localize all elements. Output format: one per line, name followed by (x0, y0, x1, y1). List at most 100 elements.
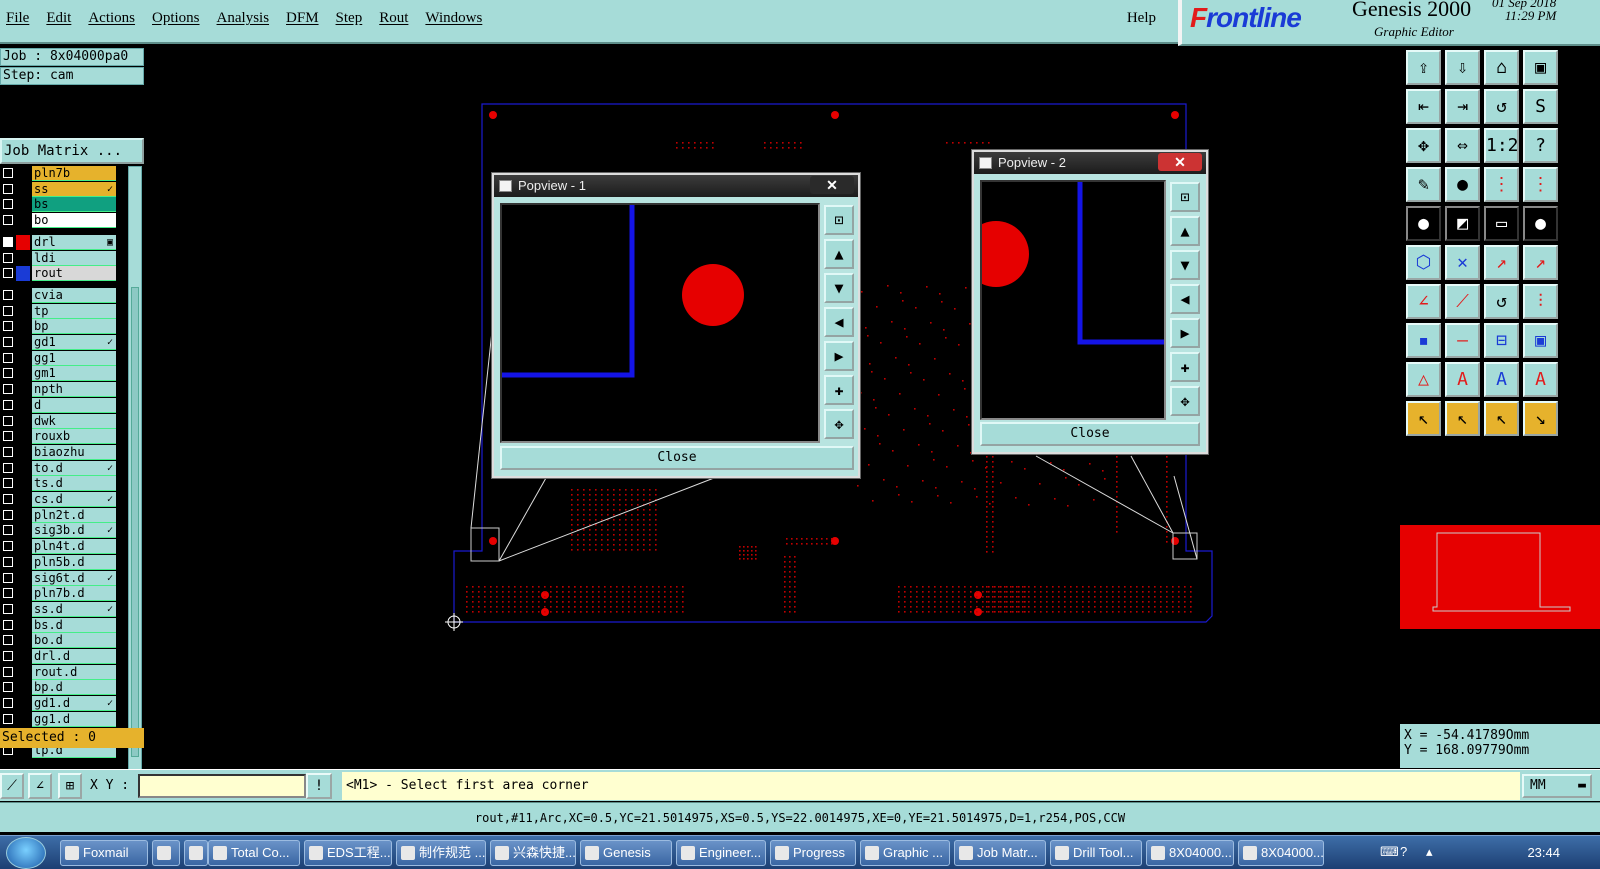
taskbar-item[interactable]: Progress (770, 840, 856, 866)
layer-row[interactable]: rout (0, 266, 116, 282)
taskbar-item[interactable] (184, 840, 208, 866)
layer-row[interactable]: gd1 ✓ (0, 335, 116, 350)
taskbar-item[interactable]: 制作规范 ... (396, 840, 486, 866)
layer-row[interactable]: drl ▣ (0, 234, 116, 250)
layer-checkbox[interactable] (3, 525, 13, 536)
fit-icon[interactable]: ⊡ (1170, 182, 1200, 212)
layer-row[interactable]: pln5b.d (0, 554, 116, 570)
layer-name[interactable]: ldi (32, 250, 116, 266)
ruler-icon[interactable]: ▭ (1484, 206, 1519, 241)
layer-name[interactable]: gm1 (32, 366, 116, 382)
fit-icon[interactable]: ⊡ (824, 205, 854, 235)
net-icon[interactable]: ⬡ (1406, 245, 1441, 280)
layer-checkbox[interactable] (3, 588, 13, 599)
layer-checkbox[interactable] (3, 698, 13, 709)
layer-checkbox[interactable] (3, 556, 13, 567)
xy-input[interactable] (138, 774, 306, 798)
taskbar-item[interactable]: EDS工程... (304, 840, 392, 866)
pointer-box-icon[interactable]: ↖ (1445, 401, 1480, 436)
layer-row[interactable]: npth (0, 382, 116, 398)
layer-name[interactable]: ss ✓ (32, 181, 116, 197)
popview-1-titlebar[interactable]: Popview - 1 (494, 175, 858, 197)
popview-1-close-x[interactable]: ✕ (810, 176, 854, 194)
layer-row[interactable]: cs.d ✓ (0, 492, 116, 507)
undo-icon[interactable]: ↺ (1484, 89, 1519, 124)
pointer-icon[interactable]: ↖ (1406, 401, 1441, 436)
layer-row[interactable]: pln7b (0, 166, 116, 181)
taskbar-item[interactable]: Engineer... (676, 840, 766, 866)
layer-name[interactable]: gd1 ✓ (32, 335, 116, 350)
layer-checkbox[interactable] (3, 666, 13, 677)
layer-name[interactable]: pln5b.d (32, 554, 116, 570)
layer-checkbox[interactable] (3, 168, 13, 178)
pan-left-icon[interactable]: ◀ (1170, 284, 1200, 314)
layer-checkbox[interactable] (3, 368, 13, 379)
pan-left-icon[interactable]: ◀ (824, 307, 854, 337)
zoom-out-icon[interactable]: ✥ (824, 409, 854, 439)
keyboard-icon[interactable]: ⌨ (1380, 844, 1399, 860)
layer-name[interactable]: pln2t.d (32, 507, 116, 523)
layer-name[interactable]: dwk (32, 413, 116, 429)
layer-checkbox[interactable] (3, 431, 13, 442)
zoom-in-icon[interactable]: ✚ (1170, 352, 1200, 382)
pan-down-icon[interactable]: ▼ (824, 273, 854, 303)
menu-file[interactable]: File (6, 10, 29, 27)
pointer-net-icon[interactable]: ↘ (1523, 401, 1558, 436)
menu-windows[interactable]: Windows (425, 10, 482, 27)
layer-row[interactable]: pln2t.d (0, 507, 116, 523)
angle-icon[interactable]: ∠ (1406, 284, 1441, 319)
layer-row[interactable]: bo.d (0, 633, 116, 649)
shape-icon[interactable]: ▣ (1523, 323, 1558, 358)
zoom-prev-icon[interactable]: ⇩ (1445, 50, 1480, 85)
menu-rout[interactable]: Rout (379, 10, 408, 27)
select-icon[interactable]: ▪ (1406, 323, 1441, 358)
zoom-in-icon[interactable]: ✚ (824, 375, 854, 405)
layer-name[interactable]: gg1.d (32, 711, 116, 727)
layer-name[interactable]: tp (32, 303, 116, 319)
pan-right-icon[interactable]: ▶ (824, 341, 854, 371)
zoom-out-icon[interactable]: ✥ (1170, 386, 1200, 416)
layer-row[interactable]: drl.d (0, 649, 116, 664)
job-matrix-button[interactable]: Job Matrix ... (0, 138, 144, 164)
units-select[interactable]: MM ▬ (1522, 774, 1592, 798)
help-icon[interactable]: ? (1400, 844, 1407, 859)
layer-scrollbar[interactable] (128, 166, 142, 772)
layer-name[interactable]: npth (32, 382, 116, 398)
menu-edit[interactable]: Edit (46, 10, 71, 27)
taskbar-item[interactable]: Graphic ... (860, 840, 950, 866)
layer-row[interactable]: ts.d (0, 476, 116, 492)
layer-checkbox[interactable] (3, 541, 13, 552)
layer-row[interactable]: to.d ✓ (0, 460, 116, 476)
menu-analysis[interactable]: Analysis (217, 10, 270, 27)
overview-map[interactable] (1400, 525, 1600, 629)
taskbar-item[interactable]: Total Co... (208, 840, 300, 866)
line-icon[interactable]: ⟋ (1445, 284, 1480, 319)
drill-icon[interactable]: ⋮ (1484, 167, 1519, 202)
edge-icon[interactable]: — (1445, 323, 1480, 358)
layer-checkbox[interactable] (3, 321, 13, 332)
layer-row[interactable]: gd1.d ✓ (0, 696, 116, 712)
grid-icon[interactable]: ⊞ (58, 773, 82, 799)
layer-name[interactable]: pln7b.d (32, 586, 116, 602)
measure-icon[interactable]: ∠ (28, 773, 52, 799)
drill-alt-icon[interactable]: ⋮ (1523, 167, 1558, 202)
layer-name[interactable]: bp.d (32, 680, 116, 696)
move-icon[interactable]: ↗ (1484, 245, 1519, 280)
taskbar-item[interactable]: 8X04000... (1146, 840, 1234, 866)
layer-checkbox[interactable] (3, 478, 13, 489)
pan-left-icon[interactable]: ⇤ (1406, 89, 1441, 124)
layer-name[interactable]: rout (32, 266, 116, 282)
layer-name[interactable]: gg1 (32, 350, 116, 366)
menu-actions[interactable]: Actions (88, 10, 135, 27)
pan-up-icon[interactable]: ▲ (1170, 216, 1200, 246)
layer-row[interactable]: bo (0, 213, 116, 229)
layer-name[interactable]: drl.d (32, 649, 116, 664)
taskbar-item[interactable]: 兴森快捷... (490, 840, 576, 866)
text-icon[interactable]: A (1445, 362, 1480, 397)
popview-1-view[interactable] (500, 203, 820, 443)
layer-row[interactable]: gm1 (0, 366, 116, 382)
layer-checkbox[interactable] (3, 215, 13, 226)
taskbar-item[interactable]: Foxmail (60, 840, 148, 866)
layer-checkbox[interactable] (3, 236, 13, 247)
pan-down-icon[interactable]: ▼ (1170, 250, 1200, 280)
